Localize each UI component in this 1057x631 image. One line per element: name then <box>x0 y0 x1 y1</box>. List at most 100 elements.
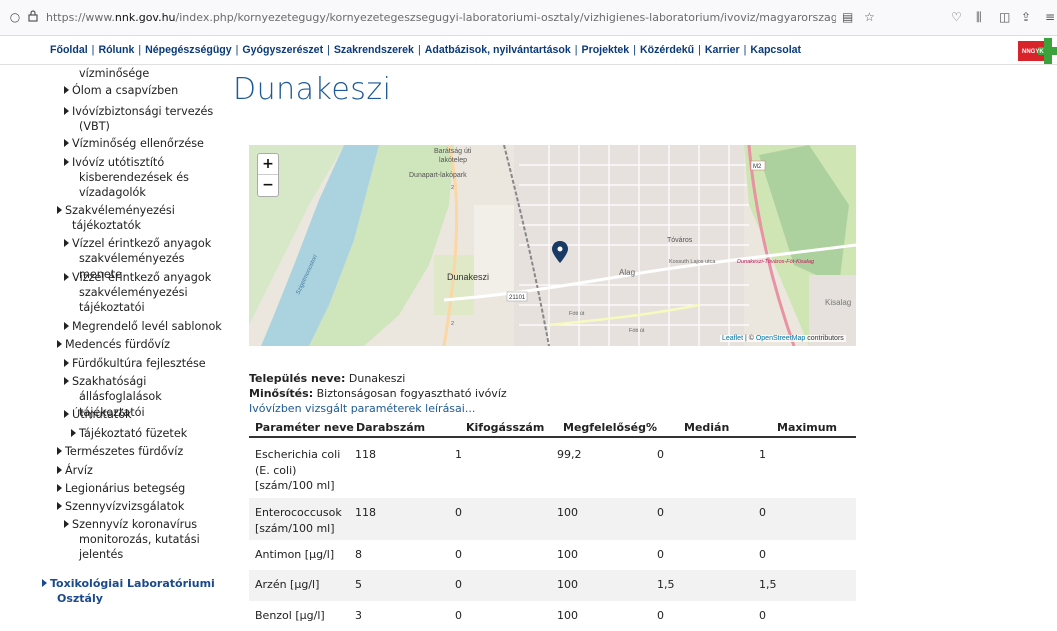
sidebar-item-14[interactable]: tájékoztatói <box>79 300 145 316</box>
params-description-link[interactable]: Ivóvízben vizsgált paraméterek leírásai.… <box>249 403 475 415</box>
sidebar-item-label: Szennyvízvizsgálatok <box>65 500 185 513</box>
sidebar-item-26[interactable]: Szennyvíz koronavírus <box>64 517 197 533</box>
sidebar-item-12[interactable]: Vízzel érintkező anyagok <box>64 270 211 286</box>
sidebar-item-28[interactable]: jelentés <box>79 547 123 563</box>
share-icon[interactable]: ⇪ <box>1021 10 1031 24</box>
map-label-dunapart: Dunapart-lakópark <box>409 172 467 179</box>
cell-compliance: 100 <box>557 578 578 591</box>
sidebar-item-16[interactable]: Medencés fürdővíz <box>57 337 170 353</box>
zoom-out-button[interactable]: − <box>258 175 278 196</box>
sidebar-item-17[interactable]: Fürdőkultúra fejlesztése <box>64 356 206 372</box>
sidebar-item-23[interactable]: Árvíz <box>57 463 93 479</box>
header-col-parameter[interactable]: Paraméter neve <box>255 421 354 434</box>
map-label-alag: Alag <box>619 268 635 277</box>
sidebar-item-8[interactable]: Szakvéleményezési <box>57 203 175 219</box>
sidebar-item-25[interactable]: Szennyvízvizsgálatok <box>57 499 184 515</box>
nav-link-1[interactable]: Rólunk <box>98 44 134 56</box>
header-col-median[interactable]: Medián <box>684 421 729 434</box>
sidebar-item-29[interactable]: Toxikológiai Laboratóriumi <box>42 576 215 592</box>
lock-icon[interactable] <box>26 10 40 25</box>
nav-link-8[interactable]: Karrier <box>705 44 740 56</box>
sidebar-item-4[interactable]: Vízminőség ellenőrzése <box>64 136 204 152</box>
pocket-icon[interactable]: ♡ <box>951 10 962 24</box>
cell-compliance: 99,2 <box>557 448 582 461</box>
attribution-tail: contributors <box>805 335 844 342</box>
sidebar-item-22[interactable]: Természetes fürdővíz <box>57 444 183 460</box>
nav-link-6[interactable]: Projektek <box>582 44 630 56</box>
sidebar-item-15[interactable]: Megrendelő levél sablonok <box>64 319 222 335</box>
zoom-in-button[interactable]: + <box>258 154 278 175</box>
cell-count: 118 <box>355 506 376 519</box>
sidebar-item-5[interactable]: Ivóvíz utótisztító <box>64 155 164 171</box>
sidebar-item-30[interactable]: Osztály <box>57 591 103 607</box>
sidebar-item-label: kisberendezések és <box>79 171 189 184</box>
sidebar-item-label: Osztály <box>57 592 103 605</box>
cell-median: 0 <box>657 506 664 519</box>
cell-count: 8 <box>355 548 362 561</box>
sidebar-item-21[interactable]: Tájékoztató füzetek <box>71 426 187 442</box>
map[interactable]: Barátság úti lakótelep Dunapart-lakópark… <box>249 145 856 346</box>
osm-link[interactable]: OpenStreetMap <box>756 335 805 342</box>
nav-link-7[interactable]: Közérdekű <box>640 44 694 56</box>
map-tiles: Barátság úti lakótelep Dunapart-lakópark… <box>249 145 856 346</box>
header-col-max[interactable]: Maximum <box>777 421 837 434</box>
sidebar-item-3[interactable]: (VBT) <box>79 119 110 135</box>
nav-link-9[interactable]: Kapcsolat <box>750 44 801 56</box>
bookmark-star-icon[interactable]: ☆ <box>864 10 875 24</box>
map-label-road-2: 2 <box>451 185 454 191</box>
map-attribution: Leaflet | © OpenStreetMap contributors <box>720 335 846 342</box>
page-info-icon[interactable]: ○ <box>8 10 22 24</box>
sidebar-item-label: Tájékoztató füzetek <box>79 427 188 440</box>
sidebar-icon[interactable]: ◫ <box>999 10 1010 24</box>
nav-link-2[interactable]: Népegészségügy <box>145 44 232 56</box>
header-col-objections[interactable]: Kifogásszám <box>466 421 544 434</box>
reader-view-icon[interactable]: ▤ <box>842 10 853 24</box>
triangle-right-icon <box>64 239 69 247</box>
rating-value: Biztonságosan fogyasztható ivóvíz <box>313 387 507 400</box>
sidebar-item-label: vízadagolók <box>79 186 146 199</box>
sidebar-item-0[interactable]: vízminősége <box>79 66 149 82</box>
sidebar-item-label: jelentés <box>79 548 124 561</box>
sidebar-item-label: Toxikológiai Laboratóriumi <box>50 577 215 590</box>
library-icon[interactable]: ⫼ <box>976 10 982 25</box>
nngyk-logo[interactable]: NNGYK <box>1018 38 1057 64</box>
cell-objections: 0 <box>455 578 462 591</box>
map-label-dunakeszi: Dunakeszi <box>447 272 489 282</box>
nav-link-0[interactable]: Főoldal <box>50 44 88 56</box>
sidebar-item-20[interactable]: Útmutatók <box>64 407 132 423</box>
nav-link-4[interactable]: Szakrendszerek <box>334 44 414 56</box>
header-col-count[interactable]: Darabszám <box>356 421 425 434</box>
menu-icon[interactable]: ≡ <box>1045 10 1055 24</box>
triangle-right-icon <box>64 107 69 115</box>
map-label-21101: 21101 <box>509 295 526 301</box>
attribution-sep: | © <box>743 335 756 342</box>
nav-separator: | <box>417 44 421 56</box>
map-label-kossuth: Kossuth Lajos utca <box>669 259 716 265</box>
cell-parameter: Enterococcusok [szám/100 ml] <box>255 505 342 536</box>
triangle-right-icon <box>64 273 69 281</box>
triangle-right-icon <box>57 502 62 510</box>
sidebar-item-13[interactable]: szakvéleményezési <box>79 285 188 301</box>
triangle-right-icon <box>57 447 62 455</box>
header-col-compliance[interactable]: Megfelelőség% <box>563 421 657 434</box>
nav-link-5[interactable]: Adatbázisok, nyilvántartások <box>425 44 571 56</box>
nav-separator: | <box>235 44 239 56</box>
sidebar-item-10[interactable]: Vízzel érintkező anyagok <box>64 236 211 252</box>
sidebar-item-24[interactable]: Legionárius betegség <box>57 481 185 497</box>
sidebar-item-27[interactable]: monitorozás, kutatási <box>79 532 200 548</box>
sidebar-item-9[interactable]: tájékoztatók <box>72 218 141 234</box>
address-bar[interactable]: https://www.nnk.gov.hu/index.php/kornyez… <box>46 11 836 24</box>
nav-link-3[interactable]: Gyógyszerészet <box>242 44 323 56</box>
sidebar-item-18[interactable]: Szakhatósági <box>64 374 146 390</box>
cell-count: 118 <box>355 448 376 461</box>
sidebar-item-2[interactable]: Ivóvízbiztonsági tervezés <box>64 104 213 120</box>
sidebar-item-1[interactable]: Ólom a csapvízben <box>64 83 178 99</box>
sidebar-item-7[interactable]: vízadagolók <box>79 185 146 201</box>
url-path: /index.php/kornyezetegugy/kornyezetegesz… <box>175 11 836 24</box>
map-label-fot: Dunakeszi-Tóváros-Fót-Kisalag <box>737 259 815 265</box>
cell-median: 0 <box>657 609 664 622</box>
leaflet-link[interactable]: Leaflet <box>722 335 743 342</box>
cell-count: 3 <box>355 609 362 622</box>
sidebar-item-label: Árvíz <box>65 464 93 477</box>
sidebar-item-6[interactable]: kisberendezések és <box>79 170 189 186</box>
